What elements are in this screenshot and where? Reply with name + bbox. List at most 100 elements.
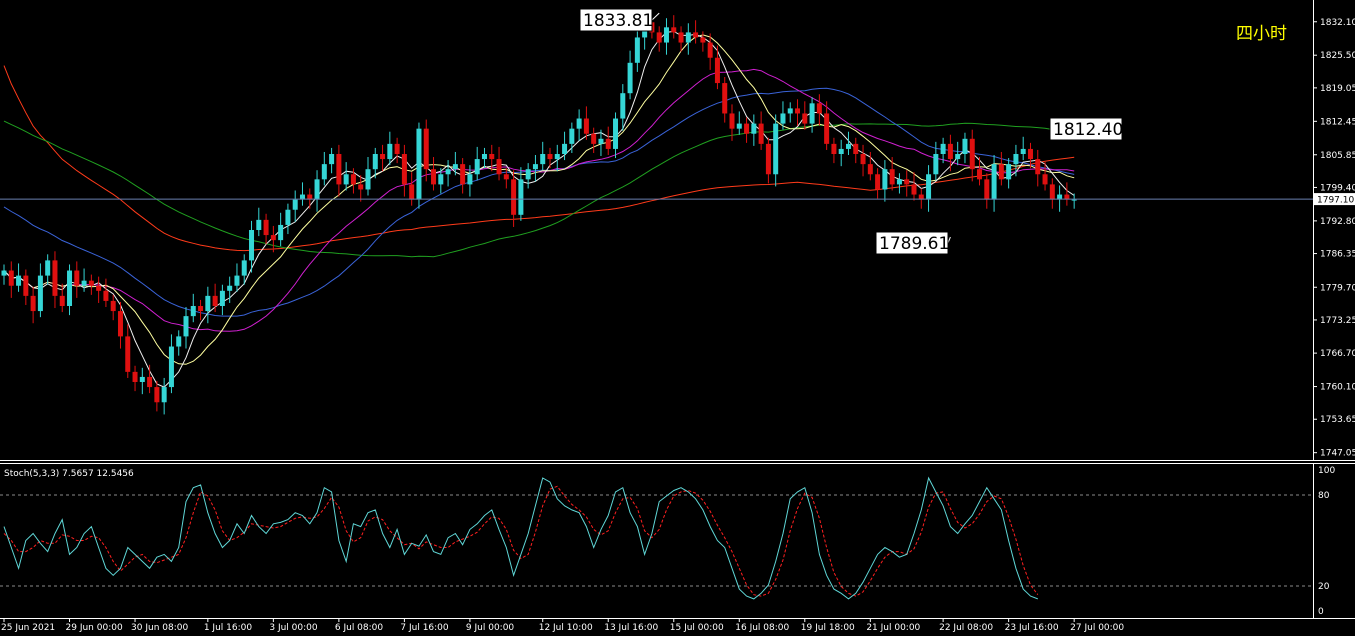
time-tick-label: 27 Jul 00:00 — [1070, 623, 1124, 633]
candle-body — [911, 184, 917, 195]
candle-body — [81, 280, 87, 286]
candle-body — [234, 275, 240, 286]
candle-body — [45, 260, 51, 276]
candle-body — [23, 275, 29, 296]
time-tick-label: 21 Jul 00:00 — [866, 623, 920, 633]
candle-body — [249, 230, 255, 261]
candle-body — [380, 154, 386, 160]
candle-body — [896, 179, 902, 185]
candle-body — [663, 27, 669, 43]
price-tick-label: 1825.50 — [1320, 51, 1355, 61]
ma-5-line — [3, 30, 1075, 388]
candle-body — [787, 108, 793, 114]
candle-body — [30, 295, 36, 312]
price-annotations: 1833.81 1812.40 1789.61 — [579, 8, 1123, 255]
candle-body — [583, 118, 589, 134]
candle-body — [656, 32, 662, 43]
candle-body — [278, 224, 284, 241]
candle-body — [52, 260, 58, 296]
candle-body — [1006, 164, 1012, 180]
candle-body — [132, 371, 138, 382]
candle-body — [751, 123, 757, 134]
candle-body — [678, 32, 684, 43]
annotation-label: 1789.61 — [879, 234, 949, 254]
candle-body — [532, 164, 538, 170]
candle-body — [562, 143, 568, 154]
candle-body — [1, 270, 7, 276]
candle-body — [933, 154, 939, 175]
candle-body — [496, 159, 502, 175]
candle-body — [139, 376, 145, 382]
candle-body — [998, 164, 1004, 180]
candle-body — [96, 285, 102, 291]
time-tick-label: 22 Jul 08:00 — [939, 623, 993, 633]
candle-body — [423, 128, 429, 170]
moving-averages — [3, 30, 1075, 388]
candle-body — [503, 174, 509, 180]
candle-body — [321, 164, 327, 180]
candle-body — [125, 336, 131, 372]
candle-body — [722, 83, 728, 114]
candle-body — [940, 143, 946, 154]
annotation-label: 1833.81 — [583, 11, 653, 31]
time-tick-label: 16 Jul 08:00 — [735, 623, 789, 633]
candle-body — [59, 295, 65, 306]
price-tick-label: 1832.10 — [1320, 18, 1355, 28]
candle-body — [707, 42, 713, 58]
candle-body — [343, 174, 349, 185]
candle-body — [693, 32, 699, 38]
candle-body — [773, 123, 779, 175]
candle-body — [729, 113, 735, 129]
candle-body — [416, 128, 422, 200]
candle-body — [904, 179, 910, 185]
candle-body — [576, 118, 582, 129]
candle-body — [219, 290, 225, 306]
ma-120-line — [3, 65, 1075, 252]
candle-body — [605, 138, 611, 149]
candle-body — [802, 113, 808, 124]
candle-body — [867, 164, 873, 175]
stoch-tick-100: 100 — [1318, 466, 1335, 476]
price-tick-label: 1753.65 — [1320, 415, 1355, 425]
candle-body — [1049, 184, 1055, 200]
candle-body — [394, 143, 400, 154]
candle-body — [168, 346, 174, 388]
candle-body — [8, 270, 14, 286]
candle-body — [809, 103, 815, 124]
candle-body — [474, 159, 480, 175]
candle-body — [372, 154, 378, 170]
price-tick-label: 1805.85 — [1320, 151, 1355, 161]
candle-body — [977, 169, 983, 180]
price-tick-label: 1766.70 — [1320, 349, 1355, 359]
candle-body — [714, 57, 720, 84]
candle-body — [481, 154, 487, 160]
time-tick-label: 19 Jul 18:00 — [801, 623, 855, 633]
candle-body — [882, 169, 888, 190]
candle-body — [467, 174, 473, 185]
candle-body — [198, 306, 204, 312]
candle-body — [256, 219, 262, 230]
candle-body — [212, 295, 218, 306]
candle-body — [1013, 154, 1019, 165]
price-tick-label: 1779.70 — [1320, 283, 1355, 293]
ma-30-line — [3, 87, 1075, 317]
time-tick-label: 6 Jul 08:00 — [335, 623, 384, 633]
candle-body — [16, 275, 22, 286]
stoch-tick-20: 20 — [1318, 582, 1330, 592]
candle-body — [780, 113, 786, 124]
candle-body — [365, 169, 371, 190]
time-axis: 25 Jun 2021 29 Jun 00:00 30 Jun 08:00 1 Jul… — [1, 618, 1124, 633]
candles — [1, 10, 1077, 415]
candle-body — [103, 290, 109, 301]
candle-body — [685, 32, 691, 43]
candle-body — [1035, 159, 1041, 175]
candle-body — [525, 169, 531, 180]
candle-body — [489, 154, 495, 160]
price-tick-label: 1786.35 — [1320, 250, 1355, 260]
candle-body — [613, 118, 619, 149]
candle-body — [511, 179, 517, 215]
stoch-tick-80: 80 — [1318, 491, 1330, 501]
candle-body — [634, 37, 640, 63]
stoch-main-line — [3, 476, 1038, 600]
candle-body — [409, 184, 415, 200]
